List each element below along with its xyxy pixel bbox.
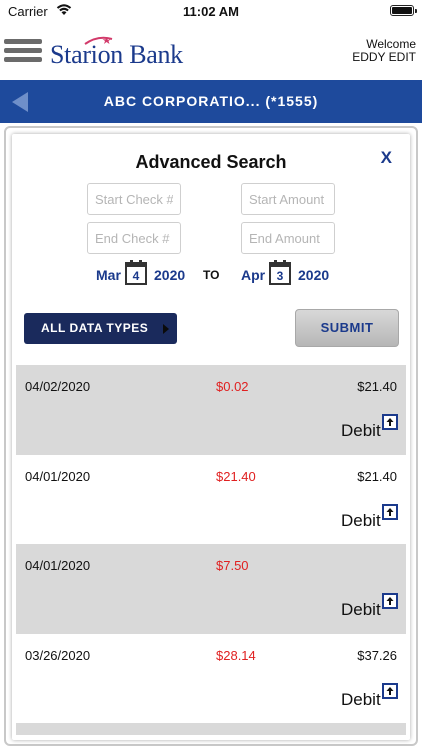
list-item[interactable]: 04/01/2020 $7.50 Debit bbox=[16, 544, 406, 634]
end-amount-input[interactable] bbox=[241, 222, 335, 254]
transaction-date: 04/01/2020 bbox=[25, 558, 91, 573]
list-item[interactable]: 04/02/2020 $0.02 $21.40 Debit bbox=[16, 365, 406, 455]
transaction-amount: $0.02 bbox=[216, 379, 249, 394]
transaction-amount: $7.50 bbox=[216, 558, 249, 573]
welcome-block: Welcome EDDY EDIT bbox=[352, 38, 416, 64]
list-item[interactable]: 03/26/2020 $28.14 $37.26 Debit bbox=[16, 634, 406, 724]
transaction-type: Debit bbox=[341, 600, 381, 619]
arrow-up-box-icon[interactable] bbox=[382, 593, 398, 609]
bank-logo: Starion Bank bbox=[50, 36, 190, 70]
transaction-amount: $28.14 bbox=[216, 647, 256, 663]
clock: 11:02 AM bbox=[183, 4, 239, 19]
transaction-date: 04/01/2020 bbox=[25, 468, 91, 484]
transaction-balance: $21.40 bbox=[357, 379, 397, 394]
date-range: Mar 4 2020 TO Apr 3 2020 bbox=[12, 260, 410, 290]
close-button[interactable]: X bbox=[381, 148, 392, 168]
submit-button[interactable]: SUBMIT bbox=[295, 309, 399, 347]
to-label: TO bbox=[203, 268, 220, 282]
app-header: Starion Bank Welcome EDDY EDIT bbox=[0, 24, 422, 80]
advanced-search-title: Advanced Search bbox=[135, 152, 287, 172]
advanced-search-panel: Advanced Search X Mar 4 2020 TO Apr 3 20… bbox=[12, 134, 410, 740]
calendar-icon[interactable]: 4 bbox=[125, 260, 147, 288]
battery-icon bbox=[390, 5, 417, 16]
transaction-amount: $21.40 bbox=[216, 468, 256, 484]
from-month[interactable]: Mar bbox=[96, 267, 121, 283]
results-list: 04/02/2020 $0.02 $21.40 Debit 04/01/2020… bbox=[16, 365, 406, 735]
hamburger-icon[interactable] bbox=[4, 39, 42, 65]
data-types-dropdown[interactable]: ALL DATA TYPES bbox=[24, 313, 177, 344]
logo-text: Starion Bank bbox=[50, 40, 183, 69]
list-item[interactable]: 04/01/2020 $21.40 $21.40 Debit bbox=[16, 455, 406, 545]
start-amount-input[interactable] bbox=[241, 183, 335, 215]
transaction-type: Debit bbox=[341, 689, 381, 709]
user-name: EDDY EDIT bbox=[352, 50, 416, 64]
arrow-up-box-icon[interactable] bbox=[382, 682, 398, 699]
transaction-type: Debit bbox=[341, 510, 381, 530]
transaction-balance: $37.26 bbox=[357, 647, 397, 663]
list-item[interactable] bbox=[16, 723, 406, 735]
to-day: 3 bbox=[276, 269, 284, 283]
account-title: ABC CORPORATIO... (*1555) bbox=[103, 93, 319, 109]
from-year[interactable]: 2020 bbox=[154, 267, 185, 283]
from-day: 4 bbox=[132, 269, 140, 283]
to-year[interactable]: 2020 bbox=[298, 267, 329, 283]
transaction-balance: $21.40 bbox=[357, 468, 397, 484]
transaction-date: 04/02/2020 bbox=[25, 379, 91, 394]
start-check-input[interactable] bbox=[87, 183, 181, 215]
arrow-up-box-icon[interactable] bbox=[382, 414, 398, 430]
transaction-type: Debit bbox=[341, 421, 381, 440]
data-types-label: ALL DATA TYPES bbox=[41, 321, 149, 335]
dropdown-arrow-icon bbox=[163, 324, 169, 334]
to-month[interactable]: Apr bbox=[241, 267, 265, 283]
arrow-up-box-icon[interactable] bbox=[382, 503, 398, 520]
status-bar: Carrier 11:02 AM bbox=[0, 0, 422, 24]
calendar-icon[interactable]: 3 bbox=[269, 260, 291, 288]
end-check-input[interactable] bbox=[87, 222, 181, 254]
transaction-date: 03/26/2020 bbox=[25, 647, 91, 663]
account-bar: ABC CORPORATIO... (*1555) bbox=[0, 80, 422, 123]
